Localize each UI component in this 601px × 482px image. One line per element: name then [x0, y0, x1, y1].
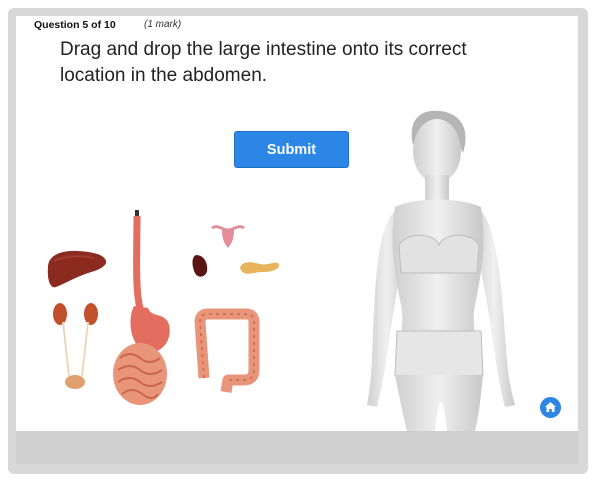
liver-icon — [47, 250, 107, 288]
question-number: Question 5 of 10 — [34, 19, 116, 31]
home-button[interactable] — [540, 397, 561, 418]
large-intestine-item[interactable] — [190, 308, 262, 394]
question-mark-value: (1 mark) — [144, 19, 182, 30]
uterus-icon — [211, 225, 245, 248]
human-body-drop-target[interactable] — [295, 95, 565, 431]
pancreas-item[interactable] — [238, 258, 280, 278]
player-footer-bar — [16, 431, 578, 464]
question-prompt: Drag and drop the large intestine onto i… — [60, 39, 467, 86]
kidney-icon — [53, 303, 98, 389]
human-body-figure — [367, 110, 515, 431]
esophagus-stomach-item[interactable] — [118, 210, 176, 358]
small-intestine-icon — [113, 343, 167, 405]
stomach-icon — [130, 210, 170, 353]
uterus-item[interactable] — [210, 222, 246, 250]
liver-item[interactable] — [44, 247, 108, 289]
spleen-item[interactable] — [190, 253, 210, 279]
pancreas-icon — [240, 262, 280, 274]
home-icon — [545, 402, 556, 412]
kidneys-bladder-item[interactable] — [50, 298, 102, 390]
small-intestine-item[interactable] — [110, 340, 170, 408]
large-intestine-icon — [194, 308, 260, 393]
spleen-icon — [192, 255, 208, 277]
